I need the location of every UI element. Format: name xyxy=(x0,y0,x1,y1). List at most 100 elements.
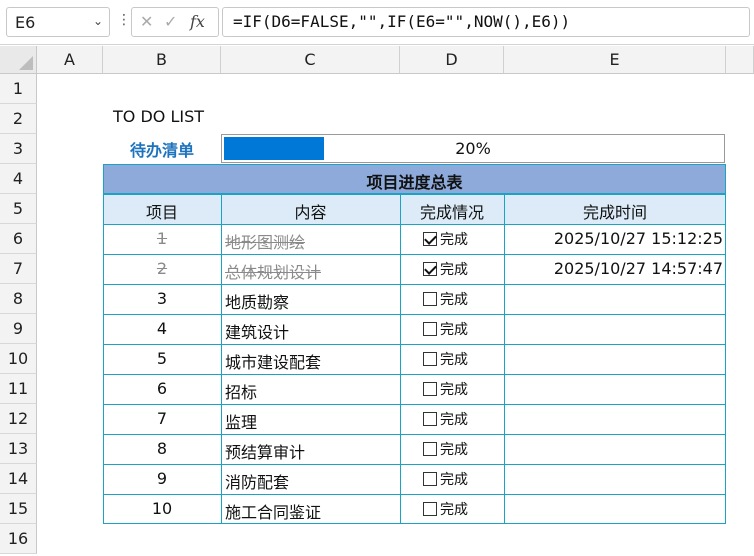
completion-time: 2025/10/27 15:12:25 xyxy=(553,229,723,248)
task-name: 城市建设配套 xyxy=(225,353,322,372)
task-checkbox[interactable]: 完成 xyxy=(423,229,468,249)
row-header-14[interactable]: 14 xyxy=(0,464,37,494)
table-cell[interactable] xyxy=(504,314,726,344)
checked-checkbox-icon[interactable] xyxy=(423,262,437,276)
todo-list-label: TO DO LIST xyxy=(113,107,205,126)
row-header-6[interactable]: 6 xyxy=(0,224,37,254)
unchecked-checkbox-icon[interactable] xyxy=(423,382,437,396)
task-number: 1 xyxy=(156,229,168,248)
name-box[interactable]: E6 ⌄ xyxy=(6,7,110,37)
row-header-7[interactable]: 7 xyxy=(0,254,37,284)
unchecked-checkbox-icon[interactable] xyxy=(423,352,437,366)
header-status: 完成情况 xyxy=(419,203,484,222)
chevron-down-icon[interactable]: ⌄ xyxy=(93,14,103,28)
progress-text: 20% xyxy=(455,139,491,158)
checkbox-label: 完成 xyxy=(440,382,468,398)
checked-checkbox-icon[interactable] xyxy=(423,232,437,246)
table-cell[interactable] xyxy=(504,374,726,404)
header-time: 完成时间 xyxy=(582,203,647,222)
unchecked-checkbox-icon[interactable] xyxy=(423,502,437,516)
task-number: 4 xyxy=(156,319,168,338)
unchecked-checkbox-icon[interactable] xyxy=(423,472,437,486)
table-cell[interactable] xyxy=(504,344,726,374)
checkbox-label: 完成 xyxy=(440,442,468,458)
checkbox-label: 完成 xyxy=(440,412,468,428)
corner-triangle-icon xyxy=(19,56,33,70)
unchecked-checkbox-icon[interactable] xyxy=(423,412,437,426)
unchecked-checkbox-icon[interactable] xyxy=(423,292,437,306)
task-name: 监理 xyxy=(225,413,258,432)
formula-bar: E6 ⌄ ⋮ ✕ ✓ fx =IF(D6=FALSE,"",IF(E6="",N… xyxy=(0,0,754,45)
checkbox-label: 完成 xyxy=(440,472,468,488)
pending-label: 待办清单 xyxy=(103,137,221,161)
task-number: 5 xyxy=(156,349,168,368)
task-checkbox[interactable]: 完成 xyxy=(423,289,468,309)
row-header-16[interactable]: 16 xyxy=(0,524,37,554)
row-header-5[interactable]: 5 xyxy=(0,194,37,224)
task-checkbox[interactable]: 完成 xyxy=(423,319,468,339)
pending-label-text: 待办清单 xyxy=(129,141,194,160)
unchecked-checkbox-icon[interactable] xyxy=(423,442,437,456)
task-number: 6 xyxy=(156,379,168,398)
checkbox-label: 完成 xyxy=(440,262,468,278)
row-header-2[interactable]: 2 xyxy=(0,104,37,134)
task-checkbox[interactable]: 完成 xyxy=(423,469,468,489)
row-header-13[interactable]: 13 xyxy=(0,434,37,464)
task-name: 消防配套 xyxy=(225,473,290,492)
select-all-button[interactable] xyxy=(0,46,37,74)
task-checkbox[interactable]: 完成 xyxy=(423,379,468,399)
completion-time: 2025/10/27 14:57:47 xyxy=(553,259,723,278)
header-content: 内容 xyxy=(294,203,327,222)
task-checkbox[interactable]: 完成 xyxy=(423,439,468,459)
vertical-dots-icon[interactable]: ⋮ xyxy=(117,12,131,28)
row-header-3[interactable]: 3 xyxy=(0,134,37,164)
table-cell[interactable] xyxy=(504,404,726,434)
task-number: 2 xyxy=(156,259,168,278)
row-header-12[interactable]: 12 xyxy=(0,404,37,434)
formula-input[interactable]: =IF(D6=FALSE,"",IF(E6="",NOW(),E6)) xyxy=(222,7,750,37)
table-cell[interactable] xyxy=(504,494,726,524)
task-checkbox[interactable]: 完成 xyxy=(423,499,468,519)
row-header-4[interactable]: 4 xyxy=(0,164,37,194)
row-header-8[interactable]: 8 xyxy=(0,284,37,314)
cancel-icon[interactable]: ✕ xyxy=(140,12,153,31)
task-name: 地质勘察 xyxy=(225,293,290,312)
task-name: 施工合同鉴证 xyxy=(225,503,322,522)
task-name: 地形图测绘 xyxy=(225,233,306,252)
task-checkbox[interactable]: 完成 xyxy=(423,259,468,279)
column-header-a[interactable]: A xyxy=(37,46,103,74)
row-header-10[interactable]: 10 xyxy=(0,344,37,374)
task-checkbox[interactable]: 完成 xyxy=(423,349,468,369)
checkbox-label: 完成 xyxy=(440,292,468,308)
task-number: 10 xyxy=(151,499,173,518)
formula-text: =IF(D6=FALSE,"",IF(E6="",NOW(),E6)) xyxy=(233,12,571,31)
task-name: 预结算审计 xyxy=(225,443,306,462)
enter-icon[interactable]: ✓ xyxy=(164,12,177,31)
fx-icon[interactable]: fx xyxy=(190,12,205,31)
table-cell[interactable] xyxy=(504,434,726,464)
row-header-11[interactable]: 11 xyxy=(0,374,37,404)
table-cell[interactable] xyxy=(504,284,726,314)
progress-bar: 20% xyxy=(221,134,725,163)
table-cell[interactable] xyxy=(504,464,726,494)
column-header-d[interactable]: D xyxy=(400,46,504,74)
task-name: 招标 xyxy=(225,383,258,402)
column-header-b[interactable]: B xyxy=(103,46,221,74)
task-number: 8 xyxy=(156,439,168,458)
checkbox-label: 完成 xyxy=(440,502,468,518)
task-checkbox[interactable]: 完成 xyxy=(423,409,468,429)
unchecked-checkbox-icon[interactable] xyxy=(423,322,437,336)
task-name: 建筑设计 xyxy=(225,323,290,342)
row-header-1[interactable]: 1 xyxy=(0,74,37,104)
formula-buttons: ✕ ✓ fx xyxy=(131,7,219,37)
column-header-c[interactable]: C xyxy=(221,46,400,74)
name-box-value: E6 xyxy=(15,13,36,32)
column-header-e[interactable]: E xyxy=(504,46,726,74)
task-number: 9 xyxy=(156,469,168,488)
row-header-9[interactable]: 9 xyxy=(0,314,37,344)
column-header-next[interactable] xyxy=(726,46,754,74)
task-name: 总体规划设计 xyxy=(225,263,322,282)
task-number: 3 xyxy=(156,289,168,308)
task-number: 7 xyxy=(156,409,168,428)
row-header-15[interactable]: 15 xyxy=(0,494,37,524)
